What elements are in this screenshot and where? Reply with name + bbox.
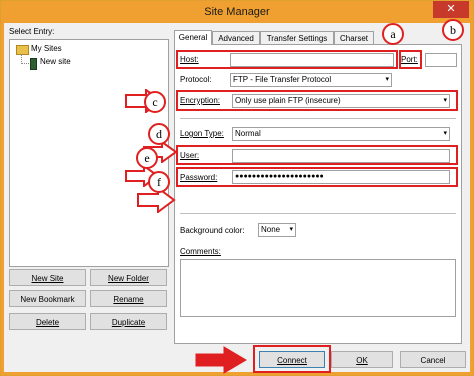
user-highlight (176, 145, 458, 165)
new-bookmark-button[interactable]: New Bookmark (9, 290, 86, 307)
logon-type-label: Logon Type: (180, 129, 224, 138)
new-site-label: New Site (31, 274, 64, 283)
background-color-value: None (261, 225, 281, 234)
new-bookmark-label: New Bookmark (20, 295, 75, 304)
rename-label: Rename (113, 295, 144, 304)
rename-button[interactable]: Rename (90, 290, 167, 307)
duplicate-button[interactable]: Duplicate (90, 313, 167, 330)
callout-d: d (148, 123, 170, 145)
ok-label: OK (356, 356, 368, 365)
new-folder-label: New Folder (108, 274, 149, 283)
tree-connector (21, 63, 29, 65)
close-button[interactable]: ✕ (433, 1, 469, 18)
protocol-label: Protocol: (180, 75, 212, 84)
background-color-label: Background color: (180, 226, 245, 235)
tree-item-my-sites[interactable]: My Sites (31, 44, 62, 53)
tab-charset[interactable]: Charset (334, 31, 374, 44)
tab-advanced[interactable]: Advanced (212, 31, 260, 44)
tree-item-new-site[interactable]: New site (40, 57, 71, 66)
arrow-right-icon (195, 346, 247, 374)
protocol-select[interactable]: FTP - File Transfer Protocol ▾ (230, 73, 392, 87)
callout-e: e (136, 147, 158, 169)
chevron-down-icon: ▾ (385, 76, 389, 83)
dialog-body: Select Entry: My Sites New site New Site… (4, 19, 470, 374)
duplicate-label: Duplicate (111, 318, 146, 327)
delete-button[interactable]: Delete (9, 313, 86, 330)
encryption-highlight (176, 90, 458, 111)
delete-label: Delete (35, 318, 60, 327)
connect-highlight (253, 345, 331, 373)
chevron-down-icon: ▾ (289, 226, 293, 233)
server-icon (30, 58, 37, 70)
callout-a: a (382, 23, 404, 45)
divider (180, 118, 456, 119)
tab-general[interactable]: General (174, 30, 212, 45)
new-folder-button[interactable]: New Folder (90, 269, 167, 286)
protocol-value: FTP - File Transfer Protocol (233, 75, 332, 84)
cancel-label: Cancel (420, 356, 446, 365)
title-bar[interactable]: Site Manager ✕ (1, 1, 473, 23)
select-entry-label: Select Entry: (9, 27, 55, 36)
background-color-select[interactable]: None ▾ (258, 223, 296, 237)
divider (180, 213, 456, 214)
window-title: Site Manager (204, 6, 270, 18)
logon-type-select[interactable]: Normal ▾ (232, 127, 450, 141)
port-highlight (399, 50, 422, 69)
comments-label: Comments: (180, 247, 221, 256)
callout-b: b (442, 19, 464, 41)
cancel-button[interactable]: Cancel (400, 351, 466, 368)
callout-f: f (148, 171, 170, 193)
ok-button[interactable]: OK (331, 351, 393, 368)
logon-type-value: Normal (235, 129, 261, 138)
password-highlight (176, 167, 458, 187)
port-input[interactable] (425, 53, 457, 67)
chevron-down-icon: ▾ (443, 130, 447, 137)
tab-transfer-settings[interactable]: Transfer Settings (260, 31, 334, 44)
host-highlight (176, 50, 398, 69)
new-site-button[interactable]: New Site (9, 269, 86, 286)
callout-c: c (144, 91, 166, 113)
comments-textarea[interactable] (180, 259, 456, 317)
site-manager-window: Site Manager ✕ Select Entry: My Sites Ne… (0, 0, 474, 376)
